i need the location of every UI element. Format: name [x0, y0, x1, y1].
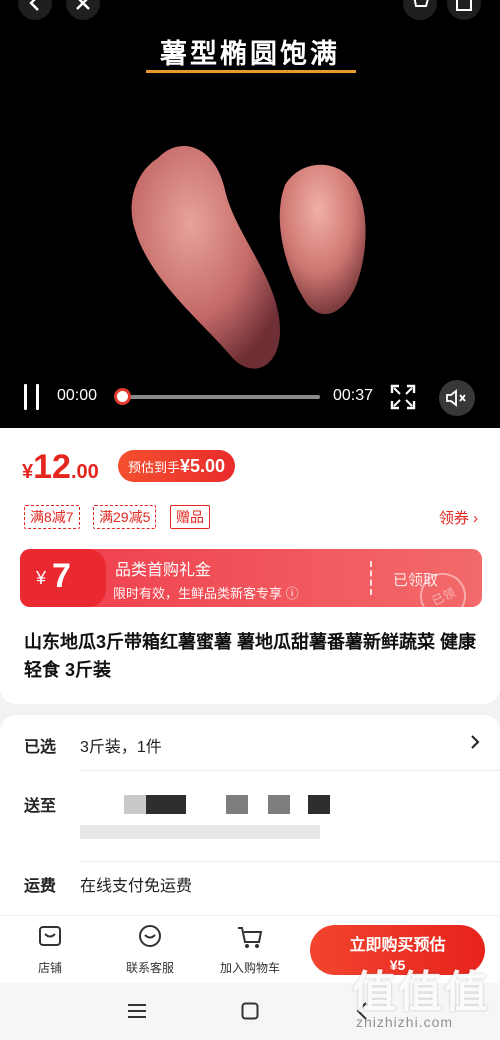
current-time: 00:00 — [57, 387, 98, 404]
video-controls: 00:00 00:37 — [0, 376, 500, 418]
pause-button[interactable] — [22, 384, 42, 410]
coupon-subtitle: 限时有效，生鲜品类新客专享 ⓘ — [113, 586, 299, 601]
estimated-price-badge: 预估到手 ¥5.00 — [118, 450, 236, 482]
coupon-divider — [370, 561, 372, 595]
product-detail-page: 薯型椭圆饱满 00:00 00:37 ¥12.00 预估到手 ¥5.00 满8减… — [0, 0, 500, 1040]
price-decimal: .00 — [70, 461, 99, 483]
estimate-label: 预估到手 — [128, 459, 181, 475]
buy-now-label: 立即购买预估 — [349, 937, 446, 954]
home-icon[interactable] — [241, 1002, 259, 1020]
spec-card: 已选 3斤装，1件 送至 运费 在线支付免运费 — [0, 715, 500, 925]
coupon-currency: ¥ — [36, 568, 47, 588]
shop-button[interactable]: 店铺 — [10, 924, 90, 976]
share-icon — [456, 0, 472, 11]
ship-to-label: 送至 — [24, 798, 57, 815]
redacted-address — [308, 795, 330, 814]
redacted-delivery-info — [80, 825, 320, 839]
get-coupon-link[interactable]: 领券 › — [439, 507, 478, 528]
redacted-address — [268, 795, 290, 814]
service-label: 联系客服 — [125, 961, 174, 975]
share-button[interactable] — [447, 0, 481, 20]
divider — [80, 770, 500, 771]
add-to-cart-button[interactable]: 加入购物车 — [210, 924, 290, 976]
service-chat-icon — [139, 925, 161, 947]
price-currency: ¥ — [22, 461, 34, 483]
progress-knob[interactable] — [114, 388, 131, 405]
video-caption: 薯型椭圆饱满 — [160, 39, 340, 69]
back-arrow-icon — [29, 0, 39, 11]
selected-label: 已选 — [24, 739, 57, 756]
watermark-logo: 值值值 — [352, 968, 490, 1017]
close-icon — [76, 0, 90, 10]
price-integer: 12 — [33, 448, 71, 486]
sweet-potato-image — [131, 146, 366, 369]
coupon-amount: 7 — [52, 557, 71, 595]
product-title: 山东地瓜3斤带箱红薯蜜薯 薯地瓜甜薯番薯新鲜蔬菜 健康轻食 3斤装 — [24, 632, 477, 680]
redacted-address — [226, 795, 248, 814]
caption-underline — [146, 70, 356, 73]
promo-tag[interactable]: 满8减7 — [24, 505, 80, 529]
fullscreen-icon[interactable] — [390, 384, 416, 410]
progress-track[interactable] — [122, 395, 320, 399]
selected-value[interactable]: 3斤装，1件 — [80, 733, 162, 757]
pause-icon — [24, 384, 27, 410]
promo-tag[interactable]: 满29减5 — [93, 505, 157, 529]
duration: 00:37 — [333, 387, 374, 404]
redacted-address — [146, 795, 186, 814]
cart-top-button[interactable] — [403, 0, 437, 20]
mute-icon — [446, 389, 466, 407]
shop-icon — [39, 926, 61, 946]
coupon-title: 品类首购礼金 — [115, 562, 212, 579]
shop-label: 店铺 — [37, 961, 62, 975]
gift-tag[interactable]: 赠品 — [170, 505, 210, 529]
mute-button[interactable] — [439, 380, 475, 416]
close-button[interactable] — [66, 0, 100, 20]
price: ¥12.00 — [22, 448, 99, 487]
coupon-amount-block: ¥ 7 — [20, 549, 106, 607]
product-info-card: ¥12.00 预估到手 ¥5.00 满8减7 满29减5 赠品 领券 › ¥ 7… — [0, 428, 500, 704]
coupon-banner[interactable]: ¥ 7 品类首购礼金 限时有效，生鲜品类新客专享 ⓘ 已领取 已领 — [20, 549, 482, 607]
watermark: 值值值 zhizhizhi.com — [346, 956, 500, 1040]
watermark-url: zhizhizhi.com — [356, 1014, 454, 1030]
customer-service-button[interactable]: 联系客服 — [110, 924, 190, 976]
freight-label: 运费 — [24, 878, 57, 895]
back-button[interactable] — [18, 0, 52, 20]
freight-value: 在线支付免运费 — [80, 878, 193, 895]
cart-label: 加入购物车 — [219, 961, 280, 975]
chevron-right-icon[interactable] — [470, 735, 480, 749]
recent-apps-icon[interactable] — [127, 1003, 147, 1019]
cart-icon — [238, 927, 263, 948]
estimate-value: ¥5.00 — [180, 455, 226, 476]
pause-icon-bar — [36, 384, 39, 410]
divider — [80, 861, 500, 862]
product-video[interactable]: 薯型椭圆饱满 00:00 00:37 — [0, 0, 500, 430]
cart-icon — [413, 0, 429, 7]
redacted-address — [124, 795, 146, 814]
